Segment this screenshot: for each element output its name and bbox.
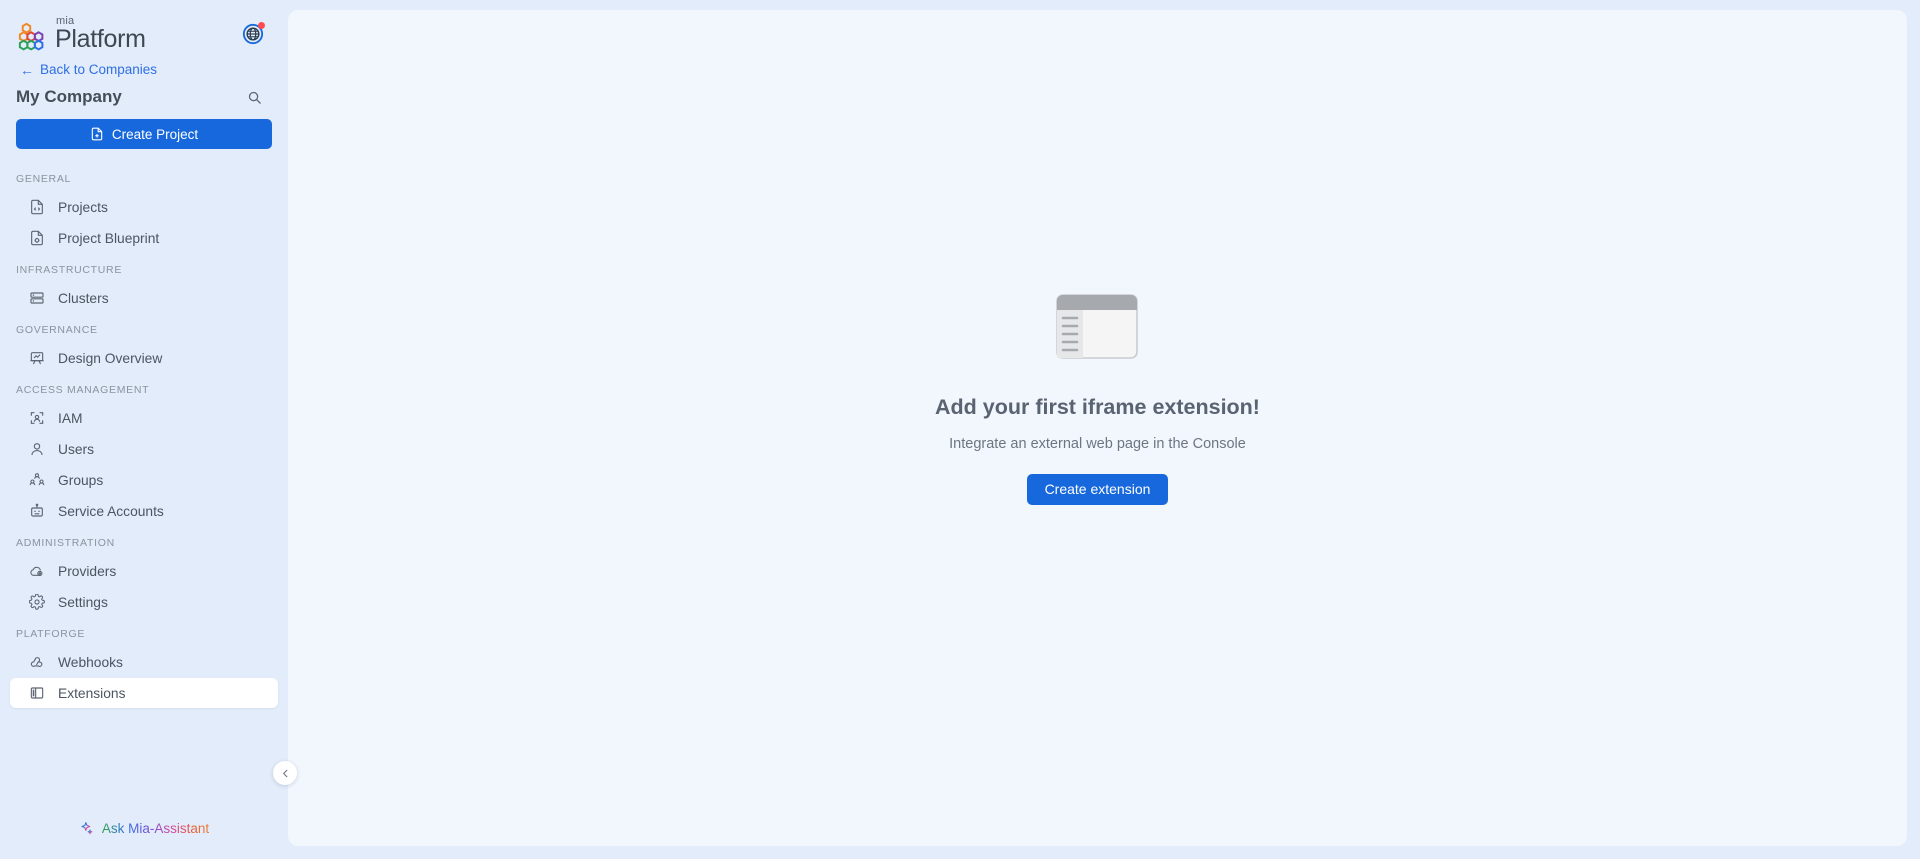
sidebar-item-providers[interactable]: Providers [10, 556, 278, 586]
company-row: My Company [0, 81, 288, 115]
sidebar-item-iam[interactable]: IAM [10, 403, 278, 433]
sidebar-item-clusters[interactable]: Clusters [10, 283, 278, 313]
globe-icon[interactable] [240, 21, 266, 47]
robot-icon [28, 503, 45, 520]
sidebar-item-webhooks[interactable]: Webhooks [10, 647, 278, 677]
cloud-gear-icon [28, 563, 45, 580]
sidebar-item-label: Settings [58, 594, 108, 610]
file-code-icon [28, 199, 45, 216]
sidebar-item-label: Extensions [58, 685, 126, 701]
sidebar-header: mia Platform [0, 0, 288, 56]
sidebar-item-label: Groups [58, 472, 104, 488]
empty-state-title: Add your first iframe extension! [935, 394, 1260, 419]
file-add-icon [91, 127, 103, 141]
server-icon [28, 290, 45, 307]
nav-group-label-governance: GOVERNANCE [16, 324, 98, 336]
presentation-icon [28, 350, 45, 367]
sidebar-item-label: Users [58, 441, 95, 457]
mia-hexagons-logo-icon [18, 22, 44, 51]
gear-icon [28, 594, 45, 611]
sidebar-item-project-blueprint[interactable]: Project Blueprint [10, 223, 278, 253]
nav-group-label-platforge: PLATFORGE [16, 628, 86, 640]
notification-dot [258, 22, 265, 29]
search-icon[interactable] [244, 87, 264, 107]
brand-name: Platform [55, 25, 146, 54]
brand-logo[interactable]: mia Platform [18, 16, 146, 52]
sidebar-item-label: Design Overview [58, 350, 163, 366]
sidebar-item-label: Service Accounts [58, 503, 164, 519]
ask-mia-assistant-button[interactable]: Ask Mia-Assistant [0, 803, 288, 859]
sidebar-item-design-overview[interactable]: Design Overview [10, 343, 278, 373]
empty-state: Add your first iframe extension! Integra… [935, 293, 1260, 505]
brand-text: mia Platform [55, 16, 146, 52]
sidebar-item-projects[interactable]: Projects [10, 192, 278, 222]
sidebar: mia Platform ← Back to Companies My Comp… [0, 0, 297, 859]
ask-mia-assistant-label: Ask Mia-Assistant [101, 820, 210, 836]
empty-state-subtitle: Integrate an external web page in the Co… [949, 435, 1246, 452]
sidebar-item-extensions[interactable]: Extensions [10, 678, 278, 708]
sidebar-item-label: Webhooks [58, 654, 123, 670]
chevron-left-icon [282, 769, 287, 777]
search-glyph-icon [248, 91, 261, 104]
user-icon [28, 441, 45, 458]
sidebar-nav: GENERAL Projects Project Blueprint INFRA… [0, 159, 288, 803]
create-extension-button[interactable]: Create extension [1026, 473, 1169, 505]
sidebar-item-label: Project Blueprint [58, 230, 160, 246]
nav-group-label-infrastructure: INFRASTRUCTURE [16, 264, 123, 276]
company-name: My Company [16, 87, 122, 106]
sidebar-item-label: IAM [58, 410, 83, 426]
layout-panel-icon [28, 685, 45, 702]
id-scan-icon [28, 410, 45, 427]
sidebar-item-groups[interactable]: Groups [10, 465, 278, 495]
nav-group-label-administration: ADMINISTRATION [16, 537, 115, 549]
back-to-companies-link[interactable]: ← Back to Companies [0, 56, 288, 81]
sidebar-collapse-button[interactable] [273, 761, 297, 785]
nav-group-label-access-management: ACCESS MANAGEMENT [16, 384, 150, 396]
create-project-label: Create Project [111, 126, 199, 142]
main-content-area: Add your first iframe extension! Integra… [288, 0, 1920, 859]
app-root: mia Platform ← Back to Companies My Comp… [0, 0, 1920, 859]
sidebar-item-label: Providers [58, 563, 117, 579]
webhook-icon [28, 654, 45, 671]
sparkle-icon [81, 821, 93, 834]
iframe-window-illustration-icon [1056, 293, 1139, 359]
sidebar-item-users[interactable]: Users [10, 434, 278, 464]
sidebar-item-label: Clusters [58, 290, 109, 306]
back-to-companies-label: Back to Companies [40, 62, 158, 77]
sidebar-item-label: Projects [58, 199, 108, 215]
nav-group-label-general: GENERAL [16, 173, 72, 185]
sidebar-item-service-accounts[interactable]: Service Accounts [10, 496, 278, 526]
create-project-button[interactable]: Create Project [16, 119, 272, 149]
sidebar-item-settings[interactable]: Settings [10, 587, 278, 617]
group-people-icon [28, 472, 45, 489]
arrow-left-icon: ← [20, 61, 34, 78]
content-panel: Add your first iframe extension! Integra… [288, 10, 1907, 846]
blueprint-icon [28, 230, 45, 247]
